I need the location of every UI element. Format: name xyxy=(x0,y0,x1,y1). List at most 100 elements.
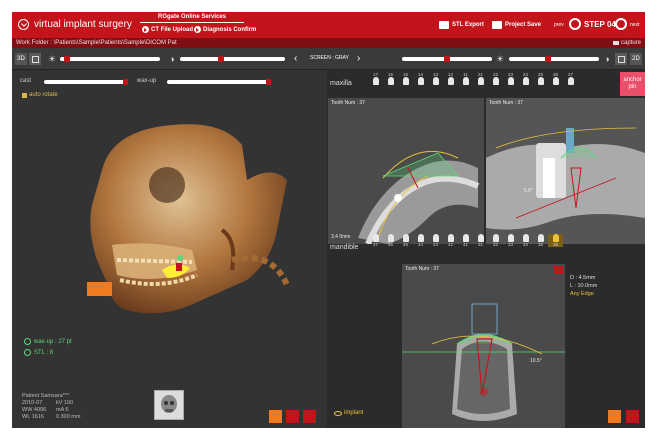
arrow-circle-icon xyxy=(142,26,149,33)
ct-sagittal-view[interactable]: Tooth Num : 37 5.8° xyxy=(486,98,645,244)
tooth-26[interactable]: 26 xyxy=(548,72,563,85)
tooth-25[interactable]: 25 xyxy=(533,72,548,85)
tooth-icon xyxy=(462,77,469,85)
implant-visibility-toggle[interactable]: implant xyxy=(334,410,363,416)
info-value: kV 100 xyxy=(56,400,74,406)
tooth-icon xyxy=(432,77,439,85)
tooth-32[interactable]: 32 xyxy=(488,234,503,247)
signal-button[interactable] xyxy=(626,410,639,423)
tooth-number: 47 xyxy=(372,242,378,247)
tooth-24[interactable]: 24 xyxy=(518,72,533,85)
tooth-15[interactable]: 15 xyxy=(398,72,413,85)
tooth-45[interactable]: 45 xyxy=(398,234,413,247)
view-toolbar: 3D ☀ ◑ ‹ SCREEN : GRAY › ☀ ◑ 2D xyxy=(12,48,645,70)
skull-3d-model[interactable] xyxy=(72,110,302,330)
tooth-22[interactable]: 22 xyxy=(488,72,503,85)
capture-label: capture xyxy=(620,40,641,46)
tooth-23[interactable]: 23 xyxy=(503,72,518,85)
contrast-icon: ◑ xyxy=(604,54,610,64)
slider-thumb[interactable] xyxy=(545,56,551,62)
tooth-44[interactable]: 44 xyxy=(413,234,428,247)
contrast-slider[interactable] xyxy=(180,56,285,62)
capture-button[interactable]: capture xyxy=(612,38,641,48)
window-width-slider[interactable] xyxy=(509,56,599,62)
diagnosis-confirm-button[interactable]: Diagnosis Confirm xyxy=(194,26,256,33)
wax-up-opacity-slider[interactable] xyxy=(167,79,271,85)
prev-step-button[interactable] xyxy=(569,18,581,30)
brightness-slider[interactable] xyxy=(60,56,160,62)
tooth-17[interactable]: 17 xyxy=(368,72,383,85)
info-row: 2010-07 kV 100 xyxy=(22,400,80,407)
slider-thumb[interactable] xyxy=(266,79,271,85)
signal-button[interactable] xyxy=(303,410,316,423)
save-icon xyxy=(492,21,502,29)
anchor-pin-label: anchor pin xyxy=(623,77,642,90)
tooth-16[interactable]: 16 xyxy=(383,72,398,85)
cross-view-close-icon[interactable] xyxy=(554,266,563,274)
tooth-36[interactable]: 36 xyxy=(548,234,563,247)
auto-rotate-toggle[interactable]: auto rotate xyxy=(22,92,58,98)
layout-toggle-icon[interactable] xyxy=(29,53,41,65)
slider-thumb[interactable] xyxy=(123,79,128,85)
slider-thumb[interactable] xyxy=(444,56,450,62)
tooth-34[interactable]: 34 xyxy=(518,234,533,247)
face-thumbnail[interactable] xyxy=(154,390,184,420)
sagittal-angle: 5.8° xyxy=(524,188,533,194)
ct-axial-view[interactable]: Tooth Num : 37 3.4 0mm xyxy=(328,98,484,244)
implant-note: Any Edge xyxy=(570,291,594,297)
stl-status[interactable]: STL : 8 xyxy=(24,349,53,356)
project-save-button[interactable]: Project Save xyxy=(492,21,541,29)
tooth-41[interactable]: 41 xyxy=(458,234,473,247)
tooth-21[interactable]: 21 xyxy=(473,72,488,85)
tooth-icon xyxy=(492,77,499,85)
info-key: 2010-07 xyxy=(22,400,43,406)
info-value: mA 6 xyxy=(56,407,69,413)
layout-button[interactable] xyxy=(608,410,621,423)
tooth-11[interactable]: 11 xyxy=(458,72,473,85)
anchor-pin-button[interactable]: anchor pin xyxy=(620,72,645,96)
tooth-46[interactable]: 46 xyxy=(383,234,398,247)
next-step-button[interactable] xyxy=(615,18,627,30)
tooth-13[interactable]: 13 xyxy=(428,72,443,85)
tooth-33[interactable]: 33 xyxy=(503,234,518,247)
tooth-icon xyxy=(447,234,454,242)
ct-cross-section-view[interactable]: Tooth Num : 37 10.5° xyxy=(402,264,565,428)
record-button[interactable] xyxy=(286,410,299,423)
tooth-47[interactable]: 47 xyxy=(368,234,383,247)
cast-opacity-slider[interactable] xyxy=(44,79,128,85)
app-title: virtual implant surgery xyxy=(34,19,132,30)
tooth-icon xyxy=(417,234,424,242)
window-level-slider[interactable] xyxy=(402,56,492,62)
screen-next-arrow[interactable]: › xyxy=(357,53,360,64)
mandible-label: mandible xyxy=(330,244,359,251)
view-3d-panel[interactable]: cast wax-up auto rotate wax-up: 27 pt S… xyxy=(12,70,327,428)
tooth-35[interactable]: 35 xyxy=(533,234,548,247)
tooth-icon xyxy=(372,77,379,85)
screen-prev-arrow[interactable]: ‹ xyxy=(294,53,297,64)
slider-thumb[interactable] xyxy=(218,56,224,62)
wax-up-status[interactable]: wax-up : 27 pt xyxy=(24,338,72,345)
lock-icon xyxy=(22,92,27,98)
mode-3d-button[interactable]: 3D xyxy=(15,53,27,65)
stl-export-button[interactable]: STL Export xyxy=(439,21,484,29)
tooth-number: 33 xyxy=(507,242,513,247)
tooth-43[interactable]: 43 xyxy=(428,234,443,247)
mode-2d-button[interactable]: 2D xyxy=(630,53,642,65)
tooth-31[interactable]: 31 xyxy=(473,234,488,247)
slider-thumb[interactable] xyxy=(64,56,70,62)
tooth-14[interactable]: 14 xyxy=(413,72,428,85)
info-row: Patient Samsara*** xyxy=(22,393,80,400)
cross-caption: Tooth Num : 37 xyxy=(405,266,439,272)
tooth-42[interactable]: 42 xyxy=(443,234,458,247)
tooth-number: 41 xyxy=(462,242,468,247)
app-window: virtual implant surgery RGgate Online Se… xyxy=(12,12,645,428)
tooth-icon xyxy=(492,234,499,242)
tooth-icon xyxy=(402,234,409,242)
tooth-27[interactable]: 27 xyxy=(563,72,578,85)
axial-measure: 3.4 0mm xyxy=(331,234,351,240)
ct-upload-button[interactable]: CT File Upload xyxy=(142,26,193,33)
tooth-12[interactable]: 12 xyxy=(443,72,458,85)
layout-button[interactable] xyxy=(269,410,282,423)
patient-info: Patient Samsara*** 2010-07 kV 100 WW 4096… xyxy=(22,393,80,421)
layout-toggle-icon[interactable] xyxy=(615,53,627,65)
